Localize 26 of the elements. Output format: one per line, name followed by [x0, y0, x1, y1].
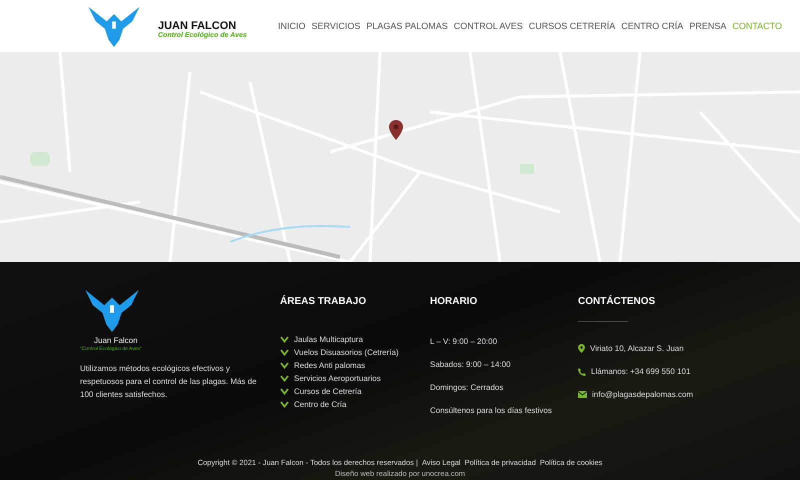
section-heading: ÁREAS TRABAJO: [280, 296, 368, 307]
schedule-text: Consúltenos para los días festivos: [430, 406, 553, 415]
schedule-text: L – V: 9:00 – 20:00: [430, 337, 498, 346]
section-heading: CONTÁCTENOS: [578, 296, 656, 307]
area-link[interactable]: Cursos de Cetrería: [294, 387, 362, 396]
brand-name: JUAN FALCON: [158, 20, 238, 32]
area-link[interactable]: Jaulas Multicaptura: [294, 335, 363, 344]
schedule-text: Domingos: Cerrados: [430, 383, 504, 392]
nav-link[interactable]: SERVICIOS: [312, 21, 360, 31]
nav-link[interactable]: INICIO: [278, 21, 306, 31]
area-link[interactable]: Redes Anti palomas: [294, 361, 366, 370]
section-heading: HORARIO: [430, 296, 478, 307]
area-link[interactable]: Centro de Cría: [294, 400, 346, 409]
nav-link[interactable]: CENTRO CRÍA: [621, 21, 684, 31]
area-link[interactable]: Vuelos Disuasorios (Cetrería): [294, 348, 399, 357]
nav-link[interactable]: CURSOS CETRERÍA: [528, 21, 616, 31]
contact-text: Llámanos: +34 699 550 101: [591, 367, 690, 376]
nav-link[interactable]: PRENSA: [689, 21, 726, 31]
contact-text: info@plagasdepalomas.com: [592, 390, 694, 399]
contact-text: Viriato 10, Alcazar S. Juan: [590, 344, 684, 353]
footer-brand-name: Juan Falcon: [94, 336, 138, 345]
nav-link[interactable]: CONTROL AVES: [454, 21, 523, 31]
about-text: Utilizamos métodos ecológicos efectivos y respetuosos para el control de las plagas. Más de 100 clientes satisfechos.: [80, 363, 258, 401]
nav-link[interactable]: PLAGAS PALOMAS: [366, 21, 448, 31]
area-link[interactable]: Servicios Aeroportuarios: [294, 374, 381, 383]
schedule-text: Sabados: 9:00 – 14:00: [430, 360, 512, 369]
